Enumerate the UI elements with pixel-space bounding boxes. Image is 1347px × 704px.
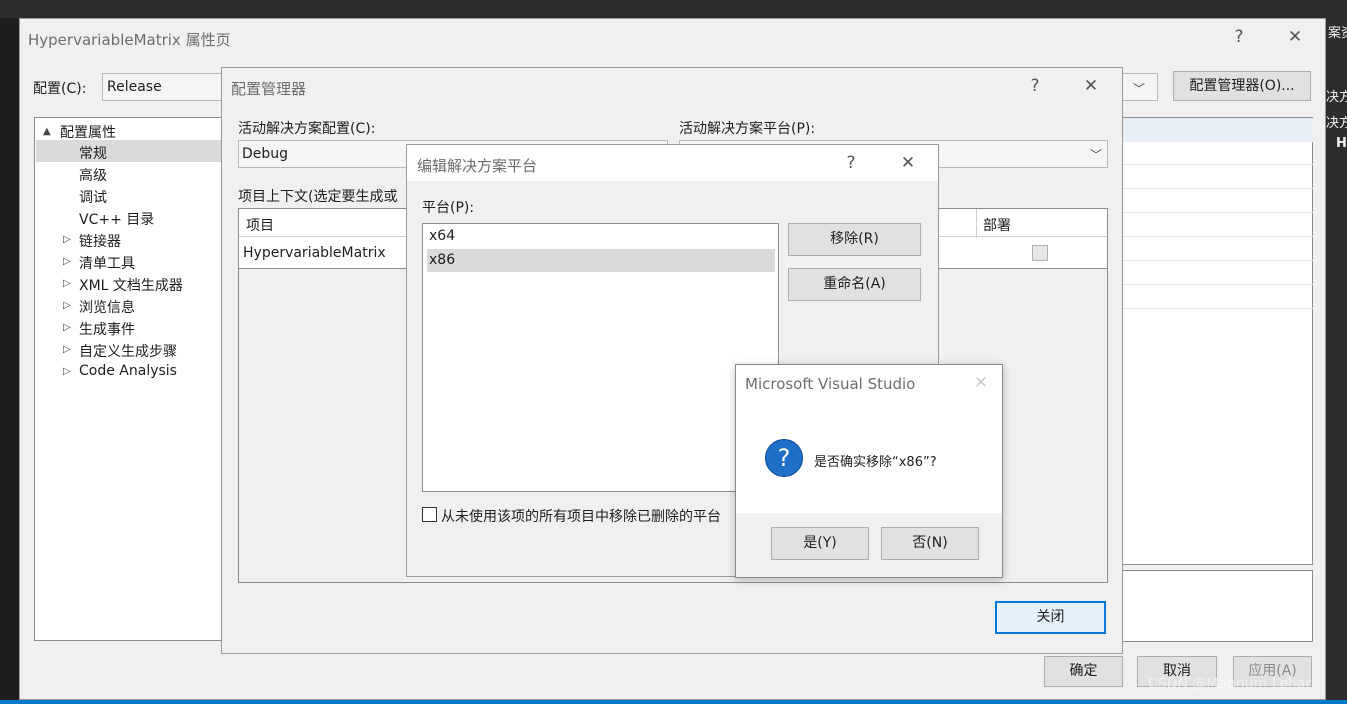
grid-header-row: [1123, 118, 1313, 142]
deploy-checkbox[interactable]: [1032, 245, 1048, 261]
remove-button[interactable]: 移除(R): [788, 223, 921, 256]
list-item-x86[interactable]: x86: [429, 252, 455, 268]
tree-item-vc-dirs[interactable]: VC++ 目录: [79, 209, 154, 229]
list-item-x64[interactable]: x64: [429, 228, 455, 244]
expand-icon[interactable]: ▷: [63, 322, 71, 333]
close-button[interactable]: 关闭: [995, 601, 1106, 634]
tree-item-config-props[interactable]: 配置属性: [60, 122, 116, 142]
remove-unused-checkbox[interactable]: [422, 507, 437, 522]
property-tree: ▲ 配置属性 常规 高级 调试 VC++ 目录 ▷ 链接器 ▷ 清单工具 ▷ X…: [34, 117, 224, 641]
expand-icon[interactable]: ▷: [63, 366, 71, 377]
help-button[interactable]: ?: [1226, 27, 1252, 47]
contexts-label: 项目上下文(选定要生成或: [238, 189, 398, 205]
close-icon[interactable]: ✕: [969, 373, 993, 393]
confirm-title: Microsoft Visual Studio: [745, 375, 916, 393]
bg-text-4: H: [1336, 136, 1347, 151]
remove-unused-label: 从未使用该项的所有项目中移除已删除的平台: [441, 509, 721, 525]
bg-text-1: 案资: [1328, 26, 1347, 41]
confirm-message: 是否确实移除“x86”?: [814, 455, 937, 470]
col-deploy-header: 部署: [983, 218, 1011, 234]
ok-button[interactable]: 确定: [1044, 656, 1123, 687]
tree-item-advanced[interactable]: 高级: [79, 165, 107, 185]
tree-item-debugging[interactable]: 调试: [79, 187, 107, 207]
config-label: 配置(C):: [33, 81, 87, 97]
config-manager-button[interactable]: 配置管理器(O)...: [1173, 71, 1311, 101]
watermark: CSDN @Magnum Lehar: [1148, 676, 1312, 692]
platform-label: 平台(P):: [422, 200, 475, 216]
confirm-dialog: Microsoft Visual Studio ✕ ? 是否确实移除“x86”?…: [735, 364, 1003, 578]
platform-list[interactable]: x64 x86: [422, 223, 779, 492]
help-button[interactable]: ?: [838, 153, 864, 173]
expand-icon[interactable]: ▷: [63, 278, 71, 289]
property-grid: [1122, 117, 1313, 565]
yes-button[interactable]: 是(Y): [771, 527, 869, 560]
window-title: HypervariableMatrix 属性页: [28, 31, 231, 49]
edit-platforms-title: 编辑解决方案平台: [417, 157, 538, 175]
col-project-header: 项目: [246, 218, 274, 234]
status-bar: [0, 700, 1347, 704]
active-config-value: Debug: [242, 146, 289, 162]
collapse-icon[interactable]: ▲: [43, 126, 51, 137]
solution-explorer-edge: 案资 决方 决方 H: [1326, 18, 1347, 704]
no-button[interactable]: 否(N): [881, 527, 979, 560]
description-pane: [1122, 570, 1313, 642]
platform-combo[interactable]: ﹀: [1120, 73, 1158, 101]
close-icon[interactable]: ✕: [895, 153, 921, 173]
question-icon: ?: [765, 439, 803, 477]
tree-item-build-events[interactable]: 生成事件: [79, 319, 135, 339]
list-selection: [427, 249, 775, 272]
active-config-label: 活动解决方案配置(C):: [238, 121, 376, 137]
config-combo-value: Release: [107, 79, 162, 95]
tree-item-xml-doc[interactable]: XML 文档生成器: [79, 275, 183, 295]
expand-icon[interactable]: ▷: [63, 300, 71, 311]
project-name-cell: HypervariableMatrix: [243, 245, 386, 261]
expand-icon[interactable]: ▷: [63, 256, 71, 267]
tree-item-general[interactable]: 常规: [79, 143, 107, 163]
chevron-down-icon: ﹀: [1090, 148, 1103, 162]
tree-item-manifest[interactable]: 清单工具: [79, 253, 135, 273]
tree-selection: [36, 140, 224, 162]
tree-item-browse[interactable]: 浏览信息: [79, 297, 135, 317]
tree-item-custom-build[interactable]: 自定义生成步骤: [79, 341, 177, 361]
config-combo[interactable]: Release: [102, 73, 222, 101]
close-icon[interactable]: ✕: [1078, 76, 1104, 96]
expand-icon[interactable]: ▷: [63, 344, 71, 355]
bg-text-3: 决方: [1326, 116, 1347, 131]
tree-item-linker[interactable]: 链接器: [79, 231, 121, 251]
expand-icon[interactable]: ▷: [63, 234, 71, 245]
rename-button[interactable]: 重命名(A): [788, 268, 921, 301]
tree-item-code-analysis[interactable]: Code Analysis: [79, 363, 177, 379]
close-icon[interactable]: ✕: [1282, 27, 1308, 47]
chevron-down-icon: ﹀: [1133, 82, 1146, 96]
config-manager-title: 配置管理器: [231, 80, 307, 98]
help-button[interactable]: ?: [1022, 76, 1048, 96]
bg-text-2: 决方: [1326, 90, 1347, 105]
active-platform-label: 活动解决方案平台(P):: [679, 121, 816, 137]
editor-titlebar: [0, 0, 1347, 18]
